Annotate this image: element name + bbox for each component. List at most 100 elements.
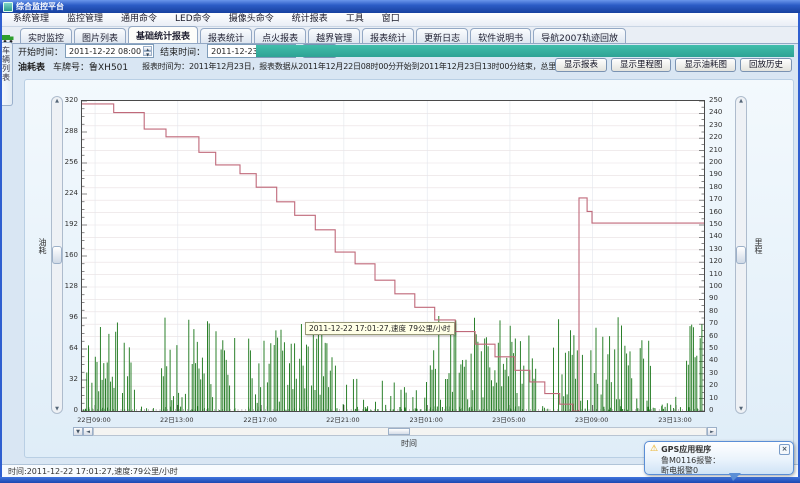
x-axis-tick: 22日13:00 — [147, 414, 207, 424]
report-summary: 报表时间为：2011年12月23日，报表数据从2011年12月22日08时00分… — [142, 61, 604, 72]
slider-down-icon[interactable]: ▼ — [55, 406, 59, 412]
scrollbar-right-icon[interactable]: ► — [707, 427, 717, 436]
left-axis-tick: 64 — [60, 344, 78, 352]
left-axis-title: 油耗 — [37, 238, 48, 254]
notification-line1: 鲁M0116报警： — [661, 456, 789, 466]
left-axis-tick: 320 — [60, 96, 78, 104]
left-axis-tick: 96 — [60, 313, 78, 321]
notification-body: 鲁M0116报警： 断电报警0 — [645, 455, 793, 476]
slider-up-icon[interactable]: ▲ — [55, 98, 59, 104]
report-button-1[interactable]: 显示报表 — [555, 58, 607, 72]
right-axis-tick: 210 — [709, 146, 731, 154]
notification-close-button[interactable]: × — [779, 444, 790, 455]
left-axis-tick: 192 — [60, 220, 78, 228]
report-button-4[interactable]: 回放历史 — [740, 58, 792, 72]
tab-6[interactable]: 越界管理 — [308, 28, 360, 43]
right-axis-tick: 60 — [709, 332, 731, 340]
x-axis-tick: 23日13:00 — [645, 414, 705, 424]
tab-10[interactable]: 导航2007轨迹回放 — [533, 28, 626, 43]
right-axis-tick: 150 — [709, 220, 731, 228]
tab-8[interactable]: 更新日志 — [416, 28, 468, 43]
app-window: 综合监控平台 系统管理监控管理通用命令LED命令摄像头命令统计报表工具窗口 实时… — [0, 0, 800, 483]
plate-number-label: 车牌号：鲁XH501 — [53, 60, 128, 73]
scrollbar-thumb[interactable] — [388, 428, 410, 435]
window-title: 综合监控平台 — [16, 1, 64, 12]
tab-3[interactable]: 基础统计报表 — [128, 26, 198, 43]
scrollbar-dropdown-icon[interactable]: ▼ — [73, 427, 83, 436]
right-axis-tick: 180 — [709, 183, 731, 191]
left-axis-tick: 288 — [60, 127, 78, 135]
right-axis-tick: 250 — [709, 96, 731, 104]
right-axis-tick: 130 — [709, 245, 731, 253]
notification-title: GPS应用程序 — [661, 444, 711, 455]
right-axis-tick: 10 — [709, 394, 731, 402]
start-time-spinner[interactable]: ▲ ▼ — [143, 46, 152, 56]
slider-up-icon[interactable]: ▲ — [739, 98, 743, 104]
scrollbar-left-icon[interactable]: ◄ — [83, 427, 93, 436]
plot-area[interactable]: 2011-12-22 17:01:27,速度 79公里/小时 — [81, 100, 705, 412]
status-text: 时间:2011-12-22 17:01:27,速度:79公里/小时 — [8, 467, 178, 476]
start-time-value: 2011-12-22 08:00 — [69, 47, 141, 56]
right-slider-thumb[interactable] — [736, 246, 746, 264]
left-axis-tick: 256 — [60, 158, 78, 166]
warning-icon: ⚠ — [650, 445, 658, 454]
right-axis-tick: 200 — [709, 158, 731, 166]
left-axis-tick: 224 — [60, 189, 78, 197]
right-axis-tick: 90 — [709, 294, 731, 302]
start-time-label: 开始时间： — [18, 45, 63, 58]
window-border-bottom — [0, 477, 800, 483]
left-axis-tick: 160 — [60, 251, 78, 259]
right-axis-tick: 80 — [709, 307, 731, 315]
report-button-3[interactable]: 显示油耗图 — [675, 58, 736, 72]
tab-strip: 实时监控图片列表基础统计报表报表统计点火报表越界管理报表统计更新日志软件说明书导… — [0, 27, 800, 44]
right-axis-tick: 170 — [709, 195, 731, 203]
x-axis-tick: 22日21:00 — [313, 414, 373, 424]
spinner-down-icon[interactable]: ▼ — [143, 51, 152, 56]
balloon-tail — [729, 473, 741, 481]
tab-4[interactable]: 报表统计 — [200, 28, 252, 43]
chart-tooltip: 2011-12-22 17:01:27,速度 79公里/小时 — [305, 322, 455, 335]
scrollbar-track[interactable] — [93, 427, 707, 436]
left-axis-tick: 32 — [60, 375, 78, 383]
chart-panel: 油耗 ▲ ▼ 2011-12-22 17:01:27,速度 79公里/小时 ▲ … — [24, 79, 794, 458]
start-time-input[interactable]: 2011-12-22 08:00 ▲ ▼ — [65, 44, 154, 58]
right-axis-tick: 100 — [709, 282, 731, 290]
download-progress-bar — [256, 45, 794, 57]
right-axis-tick: 0 — [709, 406, 731, 414]
tab-1[interactable]: 实时监控 — [20, 28, 72, 43]
right-axis-tick: 140 — [709, 232, 731, 240]
tab-9[interactable]: 软件说明书 — [470, 28, 531, 43]
right-axis-tick: 220 — [709, 133, 731, 141]
slider-down-icon[interactable]: ▼ — [739, 406, 743, 412]
right-axis-slider[interactable]: ▲ ▼ — [735, 96, 747, 414]
right-axis-tick: 30 — [709, 369, 731, 377]
right-axis-tick: 190 — [709, 170, 731, 178]
x-axis-tick: 23日09:00 — [562, 414, 622, 424]
right-axis-tick: 70 — [709, 319, 731, 327]
report-type-label: 油耗表 — [18, 60, 45, 73]
x-axis-tick: 23日01:00 — [396, 414, 456, 424]
left-axis-tick: 128 — [60, 282, 78, 290]
chart-canvas — [82, 101, 704, 411]
right-axis-tick: 230 — [709, 121, 731, 129]
x-axis-tick: 22日09:00 — [64, 414, 124, 424]
tab-7[interactable]: 报表统计 — [362, 28, 414, 43]
right-axis-tick: 240 — [709, 108, 731, 116]
window-border-left — [0, 13, 2, 477]
right-axis-tick: 110 — [709, 270, 731, 278]
left-axis-tick: 0 — [60, 406, 78, 414]
right-axis-tick: 120 — [709, 257, 731, 265]
x-axis-tick: 23日05:00 — [479, 414, 539, 424]
right-axis-tick: 160 — [709, 208, 731, 216]
tab-2[interactable]: 图片列表 — [74, 28, 126, 43]
notification-line2: 断电报警0 — [661, 466, 789, 476]
report-button-2[interactable]: 显示里程图 — [611, 58, 672, 72]
chart-h-scrollbar[interactable]: ▼ ◄ ► — [73, 427, 717, 436]
end-time-label: 结束时间： — [160, 45, 205, 58]
right-axis-tick: 40 — [709, 356, 731, 364]
app-icon — [3, 2, 13, 12]
tab-5[interactable]: 点火报表 — [254, 28, 306, 43]
right-axis-tick: 50 — [709, 344, 731, 352]
right-axis-title: 里程 — [753, 238, 764, 254]
notification-header: ⚠ GPS应用程序 × — [645, 442, 793, 455]
